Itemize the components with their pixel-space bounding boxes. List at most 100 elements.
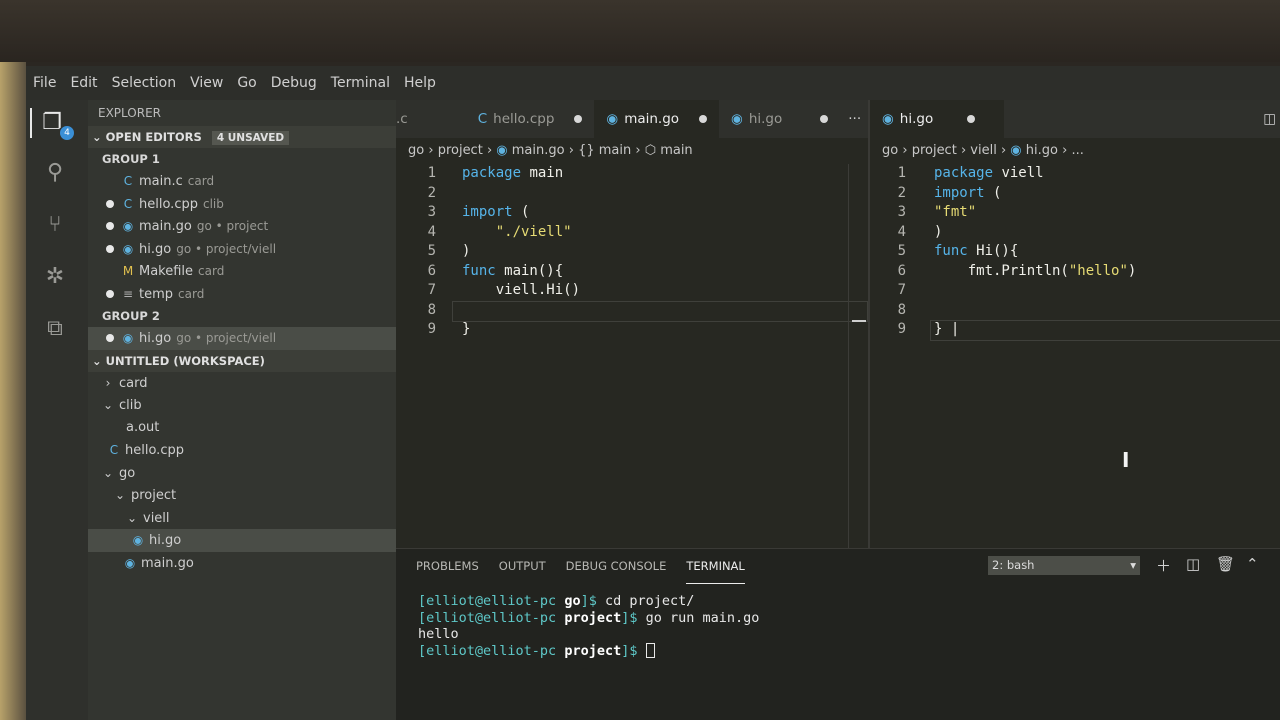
split-terminal-icon[interactable]: ◫ [1186,555,1200,573]
open-editor-hello-cpp[interactable]: Chello.cpp clib [88,193,396,216]
tree-file-main-go[interactable]: ◉ main.go [88,552,396,575]
group-2-label: GROUP 2 [102,309,160,323]
menu-bar: File Edit Selection View Go Debug Termin… [26,66,1280,100]
terminal-select[interactable]: 2: bash ▾ [988,556,1140,575]
menu-edit[interactable]: Edit [63,75,104,91]
tree-file-hi-go[interactable]: ◉ hi.go [88,529,396,552]
tree-folder-project[interactable]: ⌄ project [88,484,396,507]
go-file-icon: ◉ [731,111,743,127]
group-1-label: GROUP 1 [102,152,160,166]
bottom-panel: PROBLEMS OUTPUT DEBUG CONSOLE TERMINAL 2… [396,548,1280,720]
go-file-icon: ◉ [1010,143,1022,158]
scrollbar[interactable] [848,164,867,548]
workspace-label: UNTITLED (WORKSPACE) [105,353,265,368]
chevron-right-icon: › [105,375,111,390]
cube-icon: ⬡ [644,143,657,158]
menu-view[interactable]: View [183,75,230,91]
monitor-bezel-left [0,62,26,720]
cpp-file-icon: C [123,196,133,211]
tab-hello-cpp[interactable]: C hello.cpp [466,100,595,138]
menu-selection[interactable]: Selection [105,75,184,91]
tab-output[interactable]: OUTPUT [499,549,546,583]
menu-file[interactable]: File [26,75,63,91]
search-icon[interactable]: ⚲ [40,158,70,188]
editor-group-1: .c C hello.cpp ◉ main.go ◉ hi.go ··· go … [396,100,868,548]
tree-folder-viell[interactable]: ⌄ viell [88,507,396,530]
menu-help[interactable]: Help [397,75,443,91]
unsaved-dot-icon [106,222,114,230]
split-editor-icon[interactable]: ◫ [1263,111,1280,127]
tab-bar-1: .c C hello.cpp ◉ main.go ◉ hi.go ··· [396,100,868,138]
vscode-window: File Edit Selection View Go Debug Termin… [26,66,1280,720]
menu-terminal[interactable]: Terminal [324,75,397,91]
terminal-output[interactable]: [elliot@elliot-pc go]$ cd project/ [elli… [396,583,1280,659]
trash-icon[interactable]: 🗑 [1216,555,1235,573]
go-file-icon: ◉ [132,533,144,547]
unsaved-dot-icon [106,199,114,208]
code-editor-2[interactable]: 1 package viell 2 import ( 3 "fmt" 4) 5 func… [870,164,1280,341]
tree-folder-clib[interactable]: ⌄ clib [88,394,396,417]
chevron-down-icon: ⌄ [102,465,114,480]
unsaved-dot-icon [106,334,114,342]
explorer-badge: 4 [60,126,74,140]
tab-terminal[interactable]: TERMINAL [686,549,745,584]
tab-problems[interactable]: PROBLEMS [416,549,479,583]
code-editor-1[interactable]: 1 package main 2 3 import ( 4 "./viell" 5)… [396,164,868,340]
chevron-down-icon: ⌄ [114,488,126,502]
debug-icon[interactable]: ✲ [40,262,70,292]
go-file-icon: ◉ [606,111,619,127]
cpp-file-icon: C [109,443,119,457]
tree-folder-card[interactable]: › card [88,372,396,395]
terminal-line: hello [418,626,459,642]
current-line-highlight [930,320,1280,341]
go-file-icon: ◉ [882,111,894,127]
open-editor-main-go[interactable]: ◉ main.go go • project [88,215,396,238]
tab-main-c[interactable]: .c [396,100,420,138]
overview-ruler-marker [852,320,866,322]
go-file-icon: ◉ [124,555,136,570]
monitor-bezel-top [0,0,1280,62]
tree-folder-go[interactable]: ⌄ go [88,462,396,485]
maximize-icon[interactable]: ⌃ [1246,555,1259,573]
terminal-line: [elliot@elliot-pc go]$ cd project/ [418,593,695,609]
current-line-highlight [452,300,868,322]
unsaved-badge: 4 UNSAVED [211,131,290,145]
tab-hi-go[interactable]: ◉ hi.go [719,100,840,138]
tree-file-a-out[interactable]: a.out [88,417,396,440]
open-editor-hi-go-group2[interactable]: ◉ hi.go go • project/viell [88,327,396,350]
plus-icon[interactable]: ＋ [1156,555,1171,576]
unsaved-dot-icon [574,115,583,123]
open-editors-label: OPEN EDITORS [105,130,202,144]
open-editor-makefile[interactable]: M Makefile card [88,260,396,283]
chevron-down-icon: ⌄ [92,130,102,144]
makefile-icon: M [122,264,134,278]
tab-hi-go-group2[interactable]: ◉ hi.go [870,100,1004,138]
chevron-down-icon: ⌄ [126,510,138,525]
unsaved-dot-icon [699,115,708,123]
more-actions-icon[interactable]: ··· [840,100,869,138]
menu-go[interactable]: Go [230,75,263,91]
activity-bar: ❐ 4 ⚲ ⑂ ✲ ⧉ [26,100,88,720]
workspace-header[interactable]: ⌄ UNTITLED (WORKSPACE) [88,349,396,372]
extensions-icon[interactable]: ⧉ [40,314,70,344]
source-control-icon[interactable]: ⑂ [40,210,70,240]
open-editor-temp[interactable]: ≡ temp card [88,283,396,306]
cpp-file-icon: C [477,111,488,127]
tree-file-hello-cpp[interactable]: Chello.cpp [88,439,396,462]
unsaved-dot-icon [820,115,829,123]
open-editor-main-c[interactable]: Cmain.c card [88,170,396,193]
explorer-title: EXPLORER [98,106,161,120]
tab-main-go[interactable]: ◉ main.go [594,100,720,138]
go-file-icon: ◉ [496,143,508,158]
text-file-icon: ≡ [122,286,134,301]
go-file-icon: ◉ [122,331,134,345]
open-editors-header[interactable]: ⌄ OPEN EDITORS 4 UNSAVED [88,126,396,148]
chevron-down-icon: ⌄ [92,353,102,368]
open-editor-hi-go[interactable]: ◉ hi.go go • project/viell [88,238,396,261]
breadcrumb-2: go › project › viell › ◉ hi.go › ... [882,143,1084,158]
files-icon[interactable]: ❐ 4 [30,108,74,140]
tab-debug-console[interactable]: DEBUG CONSOLE [566,549,667,583]
menu-debug[interactable]: Debug [264,75,324,91]
chevron-down-icon: ⌄ [102,398,114,412]
terminal-line: [elliot@elliot-pc project]$ [418,643,1280,660]
